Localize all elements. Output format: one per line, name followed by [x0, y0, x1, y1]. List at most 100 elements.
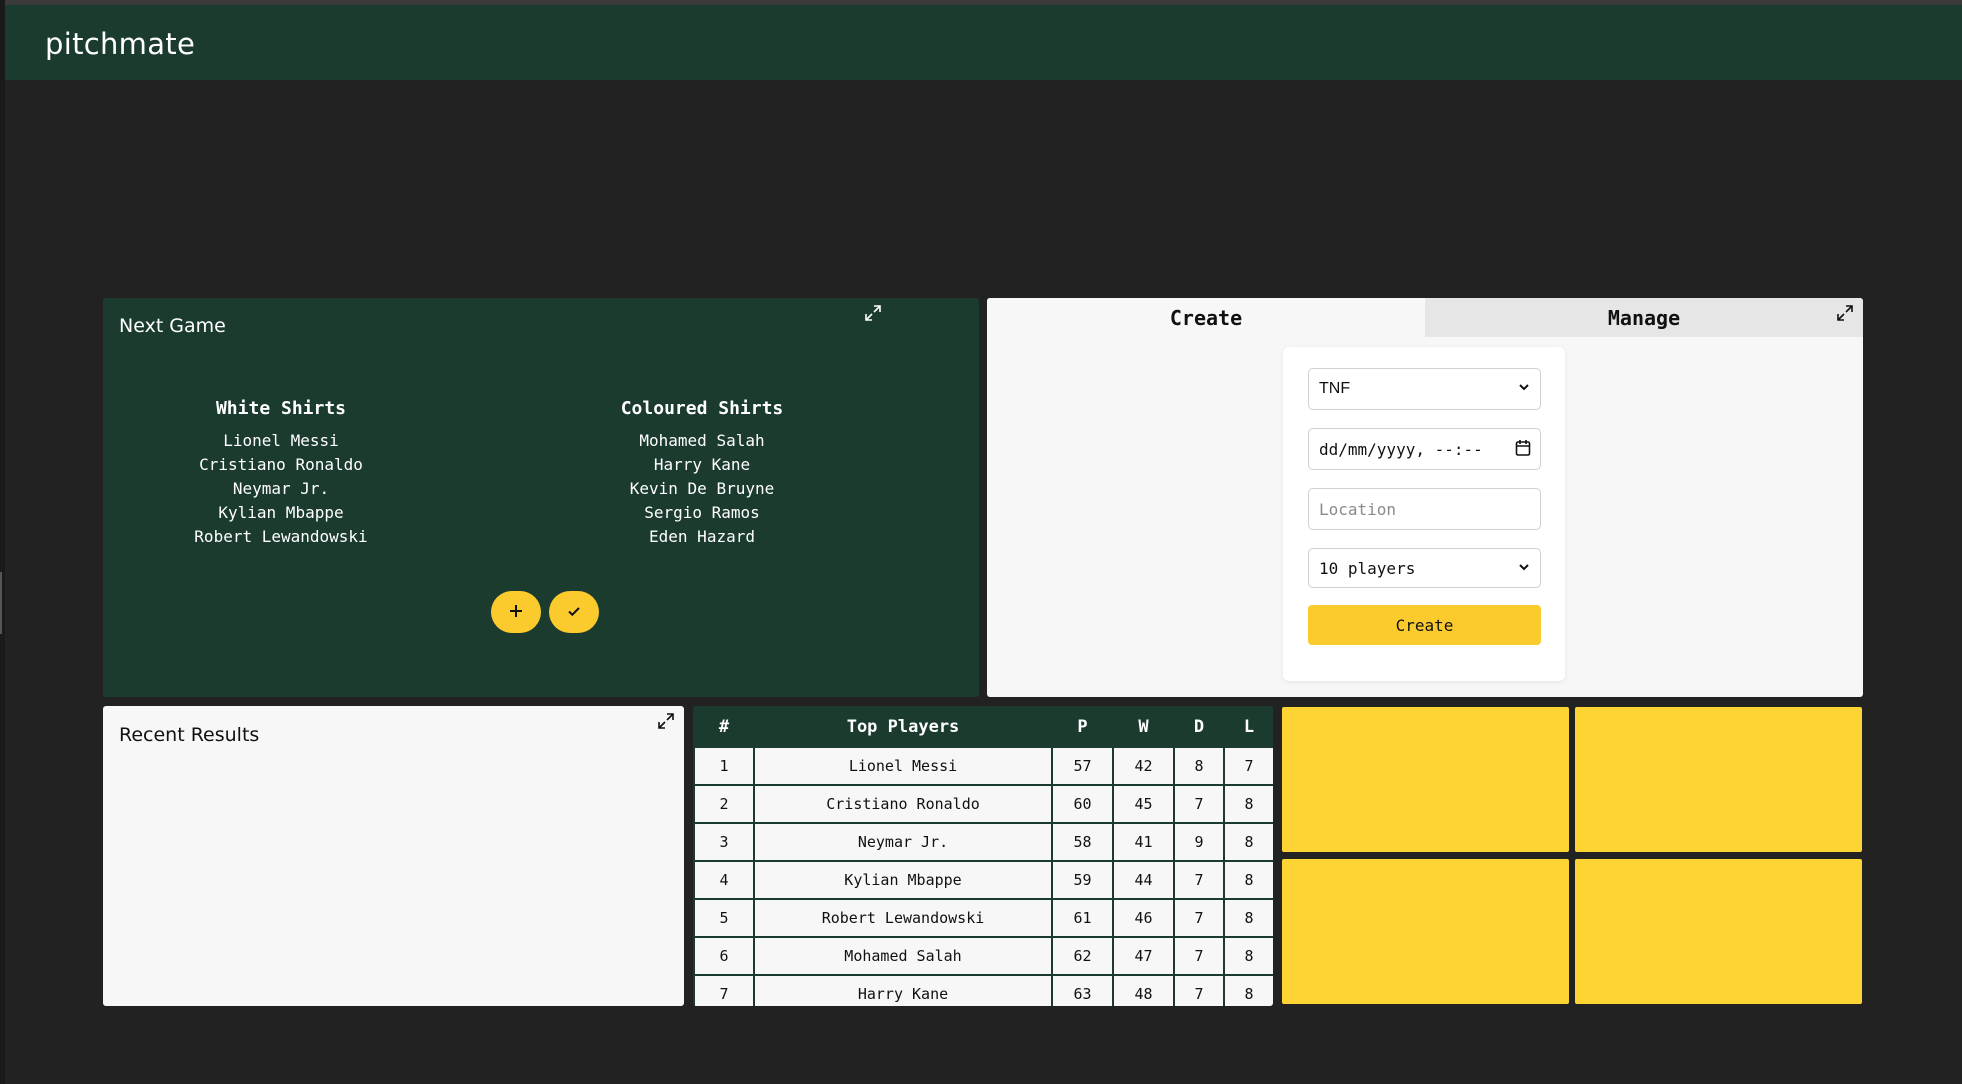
recent-results-card: Recent Results [103, 706, 684, 1006]
cell-player: Harry Kane [755, 976, 1051, 1006]
check-icon [566, 603, 582, 622]
cell-drawn: 8 [1175, 748, 1223, 784]
team-player: Cristiano Ronaldo [199, 455, 363, 474]
location-placeholder: Location [1319, 499, 1397, 519]
cell-played: 58 [1053, 824, 1112, 860]
cell-rank: 7 [695, 976, 753, 1006]
cell-rank: 2 [695, 786, 753, 822]
column-header-played[interactable]: P [1053, 708, 1112, 746]
chevron-down-icon [1517, 559, 1531, 578]
column-header-won[interactable]: W [1114, 708, 1173, 746]
cell-drawn: 7 [1175, 976, 1223, 1006]
team-name: Coloured Shirts [620, 398, 784, 419]
column-header-lost[interactable]: L [1225, 708, 1273, 746]
cell-rank: 3 [695, 824, 753, 860]
cell-won: 48 [1114, 976, 1173, 1006]
expand-icon[interactable] [863, 303, 883, 323]
stat-tile-1[interactable] [1282, 707, 1569, 852]
team-player: Eden Hazard [649, 527, 755, 546]
players-count-value: 10 players [1319, 558, 1416, 578]
plus-icon [508, 603, 524, 622]
recent-results-title: Recent Results [119, 724, 260, 746]
cell-lost: 8 [1225, 824, 1273, 860]
datetime-placeholder: dd/mm/yyyy, --:-- [1319, 439, 1483, 459]
cell-won: 44 [1114, 862, 1173, 898]
players-count-select[interactable]: 10 players [1308, 548, 1541, 588]
cell-played: 61 [1053, 900, 1112, 936]
team-player: Kevin De Bruyne [629, 479, 775, 498]
team-player: Lionel Messi [223, 431, 339, 450]
cell-played: 63 [1053, 976, 1112, 1006]
expand-icon[interactable] [1835, 303, 1855, 323]
stat-tile-2[interactable] [1575, 707, 1862, 852]
table-row[interactable]: 1 Lionel Messi 57 42 8 7 [695, 748, 1273, 784]
cell-drawn: 9 [1175, 824, 1223, 860]
window-resize-handle[interactable] [0, 572, 2, 634]
team-player: Neymar Jr. [232, 479, 330, 498]
create-game-form: TNF dd/mm/yyyy, --:-- Location 10 player… [1283, 347, 1565, 681]
table-header-row: # Top Players P W D L [695, 708, 1273, 746]
team-player: Kylian Mbappe [218, 503, 344, 522]
top-players-table-card: # Top Players P W D L 1 Lionel Messi 57 … [693, 706, 1273, 1006]
create-game-button[interactable]: Create [1308, 605, 1541, 645]
cell-drawn: 7 [1175, 862, 1223, 898]
confirm-game-button[interactable] [549, 591, 599, 633]
cell-won: 47 [1114, 938, 1173, 974]
cell-played: 60 [1053, 786, 1112, 822]
table-row[interactable]: 6 Mohamed Salah 62 47 7 8 [695, 938, 1273, 974]
app-header: pitchmate [5, 5, 1962, 80]
cell-played: 59 [1053, 862, 1112, 898]
column-header-rank[interactable]: # [695, 708, 753, 746]
column-header-player[interactable]: Top Players [755, 708, 1051, 746]
column-header-drawn[interactable]: D [1175, 708, 1223, 746]
expand-icon[interactable] [656, 711, 676, 731]
team-player: Mohamed Salah [639, 431, 765, 450]
cell-rank: 1 [695, 748, 753, 784]
cell-lost: 8 [1225, 862, 1273, 898]
game-type-value: TNF [1319, 380, 1351, 397]
team-white-shirts: White Shirts Lionel Messi Cristiano Rona… [131, 398, 431, 549]
create-manage-card: Create Manage TNF dd/mm/yyyy, --:-- Loca… [987, 298, 1863, 697]
cell-drawn: 7 [1175, 938, 1223, 974]
cell-player: Lionel Messi [755, 748, 1051, 784]
cell-won: 41 [1114, 824, 1173, 860]
cell-player: Cristiano Ronaldo [755, 786, 1051, 822]
cell-drawn: 7 [1175, 900, 1223, 936]
team-name: White Shirts [215, 398, 347, 419]
cell-player: Kylian Mbappe [755, 862, 1051, 898]
cell-lost: 8 [1225, 976, 1273, 1006]
next-game-card: Next Game White Shirts Lionel Messi Cris… [103, 298, 979, 697]
cell-player: Robert Lewandowski [755, 900, 1051, 936]
cell-lost: 8 [1225, 900, 1273, 936]
cell-played: 62 [1053, 938, 1112, 974]
team-player: Harry Kane [653, 455, 751, 474]
team-player: Sergio Ramos [644, 503, 760, 522]
table-row[interactable]: 5 Robert Lewandowski 61 46 7 8 [695, 900, 1273, 936]
table-row[interactable]: 4 Kylian Mbappe 59 44 7 8 [695, 862, 1273, 898]
cell-player: Neymar Jr. [755, 824, 1051, 860]
cell-won: 42 [1114, 748, 1173, 784]
location-input[interactable]: Location [1308, 488, 1541, 530]
table-row[interactable]: 2 Cristiano Ronaldo 60 45 7 8 [695, 786, 1273, 822]
cell-lost: 8 [1225, 938, 1273, 974]
stat-tile-3[interactable] [1282, 859, 1569, 1004]
cell-rank: 6 [695, 938, 753, 974]
chevron-down-icon [1517, 380, 1531, 399]
cell-lost: 8 [1225, 786, 1273, 822]
app-brand[interactable]: pitchmate [45, 27, 195, 61]
window-left-edge [0, 0, 5, 1084]
cell-won: 46 [1114, 900, 1173, 936]
team-coloured-shirts: Coloured Shirts Mohamed Salah Harry Kane… [552, 398, 852, 549]
top-players-table: # Top Players P W D L 1 Lionel Messi 57 … [693, 706, 1273, 1006]
game-type-select[interactable]: TNF [1308, 368, 1541, 410]
cell-played: 57 [1053, 748, 1112, 784]
datetime-input[interactable]: dd/mm/yyyy, --:-- [1308, 428, 1541, 470]
cell-lost: 7 [1225, 748, 1273, 784]
stat-tile-4[interactable] [1575, 859, 1862, 1004]
tab-create[interactable]: Create [987, 298, 1425, 337]
calendar-icon[interactable] [1515, 439, 1531, 461]
add-player-button[interactable] [491, 591, 541, 633]
table-row[interactable]: 3 Neymar Jr. 58 41 9 8 [695, 824, 1273, 860]
table-row[interactable]: 7 Harry Kane 63 48 7 8 [695, 976, 1273, 1006]
tab-manage[interactable]: Manage [1425, 298, 1863, 337]
